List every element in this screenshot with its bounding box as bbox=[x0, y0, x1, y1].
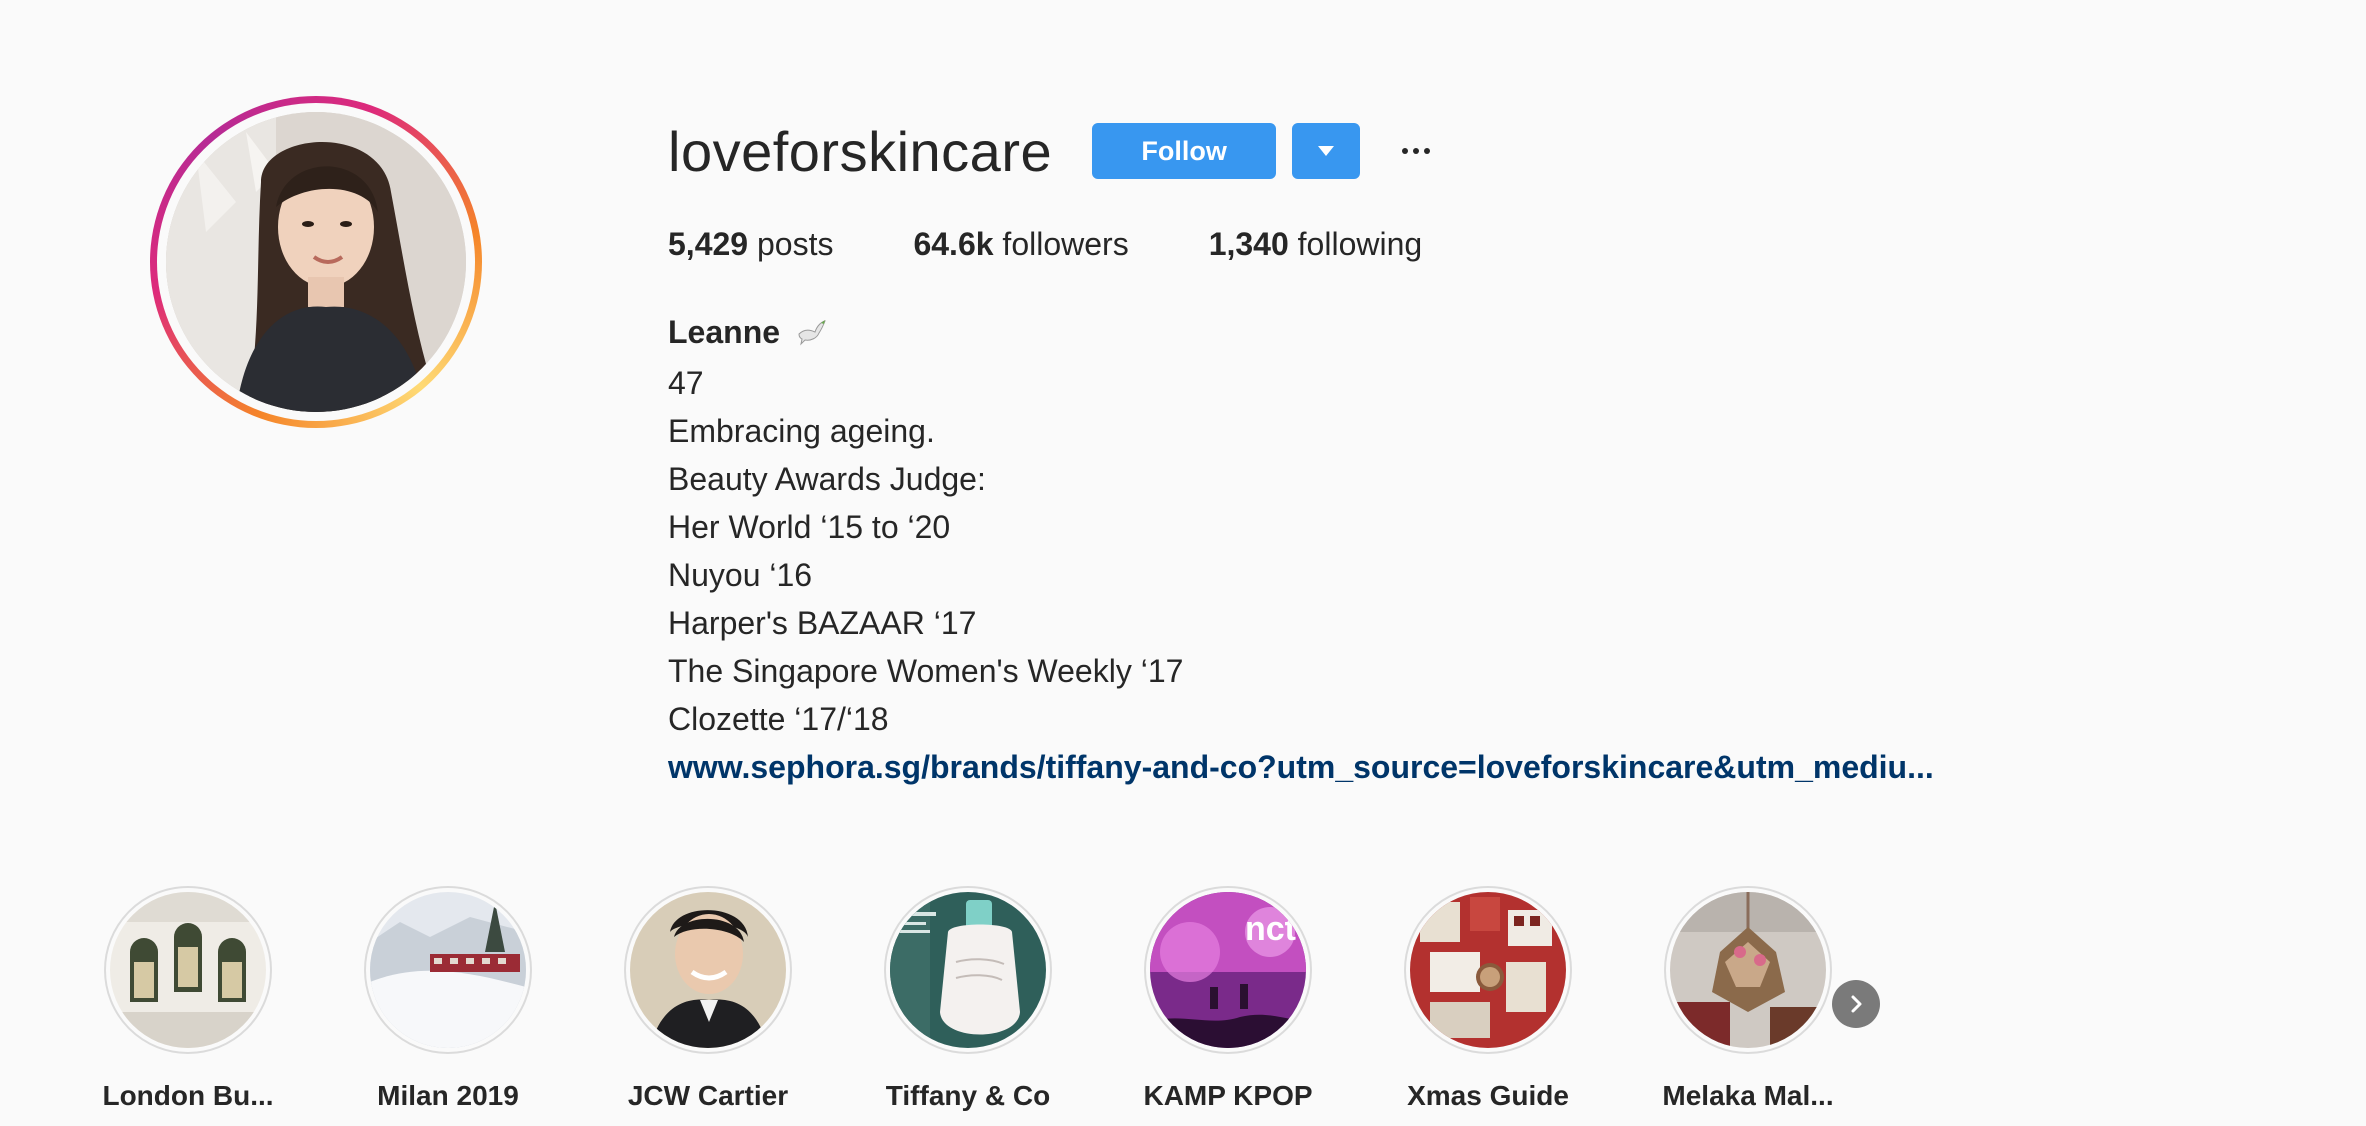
bio-website-link[interactable]: www.sephora.sg/brands/tiffany-and-co?utm… bbox=[668, 743, 1934, 791]
bio-line: Her World ‘15 to ‘20 bbox=[668, 509, 951, 545]
bio-line: Nuyou ‘16 bbox=[668, 557, 813, 593]
highlight-item[interactable]: Xmas Guide bbox=[1404, 886, 1572, 1112]
posts-count: 5,429 posts bbox=[668, 226, 834, 262]
highlight-cover bbox=[370, 892, 526, 1048]
highlight-cover bbox=[890, 892, 1046, 1048]
profile-page: loveforskincare Follow 5,429 posts 64.6k… bbox=[0, 0, 2366, 1126]
highlight-label: KAMP KPOP bbox=[1143, 1080, 1313, 1111]
highlights-next-button[interactable] bbox=[1832, 980, 1880, 1028]
highlight-label: Xmas Guide bbox=[1407, 1080, 1569, 1111]
bio-line: Embracing ageing. bbox=[668, 413, 935, 449]
follow-button[interactable]: Follow bbox=[1092, 123, 1277, 179]
profile-header: loveforskincare Follow bbox=[668, 119, 1440, 183]
profile-username: loveforskincare bbox=[668, 119, 1053, 183]
chevron-right-icon bbox=[1851, 995, 1862, 1013]
highlight-item[interactable]: nct KAMP KPOP bbox=[1143, 886, 1313, 1112]
bio-line: 47 bbox=[668, 365, 704, 401]
profile-bio: Leanne 47 Embracing ageing. Beauty Award… bbox=[668, 308, 1934, 791]
profile-avatar[interactable] bbox=[150, 96, 482, 428]
highlight-item[interactable]: Milan 2019 bbox=[364, 886, 532, 1112]
highlight-cover bbox=[1410, 892, 1566, 1048]
svg-text:nct: nct bbox=[1245, 910, 1296, 948]
profile-display-name: Leanne bbox=[668, 314, 781, 350]
followers-link[interactable]: 64.6k followers bbox=[913, 226, 1128, 263]
highlight-label: Melaka Mal... bbox=[1662, 1080, 1834, 1111]
more-options-button[interactable] bbox=[1392, 127, 1440, 175]
highlight-cover bbox=[110, 892, 266, 1048]
following-link[interactable]: 1,340 following bbox=[1209, 226, 1422, 263]
highlight-item[interactable]: JCW Cartier bbox=[624, 886, 792, 1112]
highlight-cover bbox=[1670, 892, 1826, 1048]
highlight-item[interactable]: London Bu... bbox=[102, 886, 274, 1112]
suggested-accounts-dropdown-button[interactable] bbox=[1292, 123, 1361, 179]
highlight-label: Tiffany & Co bbox=[885, 1080, 1051, 1111]
highlight-label: Milan 2019 bbox=[377, 1080, 519, 1111]
avatar-photo bbox=[166, 112, 466, 412]
highlight-cover: nct bbox=[1150, 892, 1306, 1048]
highlight-label: London Bu... bbox=[102, 1080, 274, 1111]
bio-line: Clozette ‘17/‘18 bbox=[668, 701, 889, 737]
highlight-item[interactable]: Tiffany & Co bbox=[884, 886, 1052, 1112]
highlight-cover bbox=[630, 892, 786, 1048]
more-options-icon bbox=[1402, 148, 1431, 154]
bio-line: Beauty Awards Judge: bbox=[668, 461, 986, 497]
story-highlights: London Bu... Milan 2019 JCW Cartier Tiff… bbox=[102, 886, 1924, 1112]
bio-line: Harper's BAZAAR ‘17 bbox=[668, 605, 977, 641]
triangle-down-icon bbox=[1318, 146, 1335, 156]
dove-icon bbox=[797, 311, 827, 359]
highlight-item[interactable]: Melaka Mal... bbox=[1662, 886, 1834, 1112]
highlight-label: JCW Cartier bbox=[627, 1080, 789, 1111]
profile-stats: 5,429 posts 64.6k followers 1,340 follow… bbox=[668, 226, 1502, 263]
bio-line: The Singapore Women's Weekly ‘17 bbox=[668, 653, 1184, 689]
